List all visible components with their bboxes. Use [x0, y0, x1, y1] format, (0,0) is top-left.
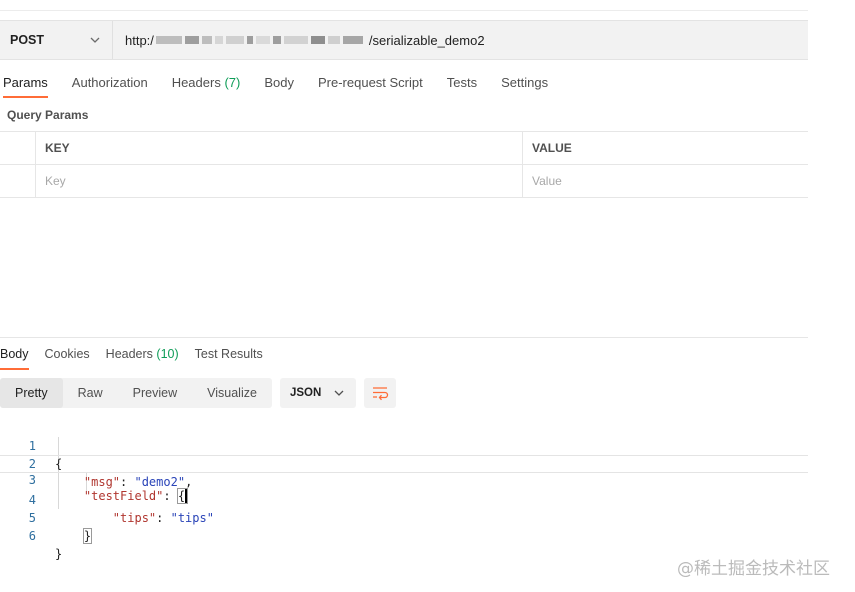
line-number: 6 [28, 529, 36, 543]
response-tab-cookies[interactable]: Cookies [45, 340, 90, 370]
response-toolbar: Pretty Raw Preview Visualize JSON [0, 378, 396, 408]
view-visualize[interactable]: Visualize [192, 378, 272, 408]
tab-settings[interactable]: Settings [501, 68, 548, 98]
response-headers-count: (10) [156, 347, 179, 361]
tab-tests[interactable]: Tests [447, 68, 477, 98]
tab-pre-request-script[interactable]: Pre-request Script [318, 68, 423, 98]
code-line: 6 } [0, 509, 808, 561]
format-label: JSON [289, 387, 322, 399]
tab-authorization[interactable]: Authorization [72, 68, 148, 98]
code-line: 1 { [0, 419, 808, 471]
top-divider [0, 10, 808, 11]
chevron-down-icon [334, 390, 344, 396]
code-line-current: 3 "testField": { [0, 455, 808, 504]
url-input[interactable]: http:/ /serializable_demo2 [113, 33, 485, 48]
watermark: @稀土掘金技术社区 [677, 559, 830, 579]
matched-brace: } [82, 528, 93, 544]
url-suffix: /serializable_demo2 [368, 32, 485, 48]
view-mode-segment: Pretty Raw Preview Visualize [0, 378, 272, 408]
params-table: KEY VALUE Key Value [0, 131, 808, 198]
view-preview[interactable]: Preview [118, 378, 192, 408]
code-line: 5 } [0, 491, 808, 544]
response-tab-headers[interactable]: Headers (10) [106, 340, 179, 370]
response-tab-body[interactable]: Body [0, 340, 29, 370]
key-column-header: KEY [35, 131, 523, 165]
line-text: } [55, 527, 93, 545]
url-prefix: http:/ [125, 32, 154, 48]
code-line: 2 "msg": "demo2", [0, 437, 808, 489]
request-bar: POST http:/ /serializable_demo2 [0, 20, 808, 60]
line-text: } [55, 547, 63, 561]
response-tab-test-results[interactable]: Test Results [195, 340, 263, 370]
value-field[interactable]: Value [522, 164, 808, 198]
params-header-row: KEY VALUE [0, 131, 808, 165]
wrap-lines-icon [372, 387, 389, 401]
value-column-header: VALUE [522, 131, 808, 165]
tab-params[interactable]: Params [3, 68, 48, 98]
redacted-host [155, 36, 363, 44]
row-checkbox-cell[interactable] [0, 164, 36, 198]
method-select[interactable]: POST [0, 21, 113, 59]
response-divider [0, 337, 808, 338]
tab-body[interactable]: Body [264, 68, 294, 98]
header-spacer [0, 131, 36, 165]
response-tabs: Body Cookies Headers (10) Test Results [0, 340, 279, 370]
chevron-down-icon [90, 37, 100, 43]
query-params-title: Query Params [7, 108, 89, 122]
method-label: POST [10, 33, 45, 47]
view-pretty[interactable]: Pretty [0, 378, 63, 408]
headers-count: (7) [224, 75, 241, 90]
params-new-row: Key Value [0, 164, 808, 198]
view-raw[interactable]: Raw [63, 378, 118, 408]
request-tabs: Params Authorization Headers (7) Body Pr… [0, 68, 572, 98]
tab-headers[interactable]: Headers (7) [172, 68, 241, 98]
format-select[interactable]: JSON [279, 378, 356, 408]
key-field[interactable]: Key [35, 164, 523, 198]
response-body-editor[interactable]: 1 { 2 "msg": "demo2", 3 "testField": { 4… [0, 419, 808, 561]
wrap-lines-button[interactable] [363, 378, 396, 408]
code-line: 4 "tips": "tips" [0, 473, 808, 525]
